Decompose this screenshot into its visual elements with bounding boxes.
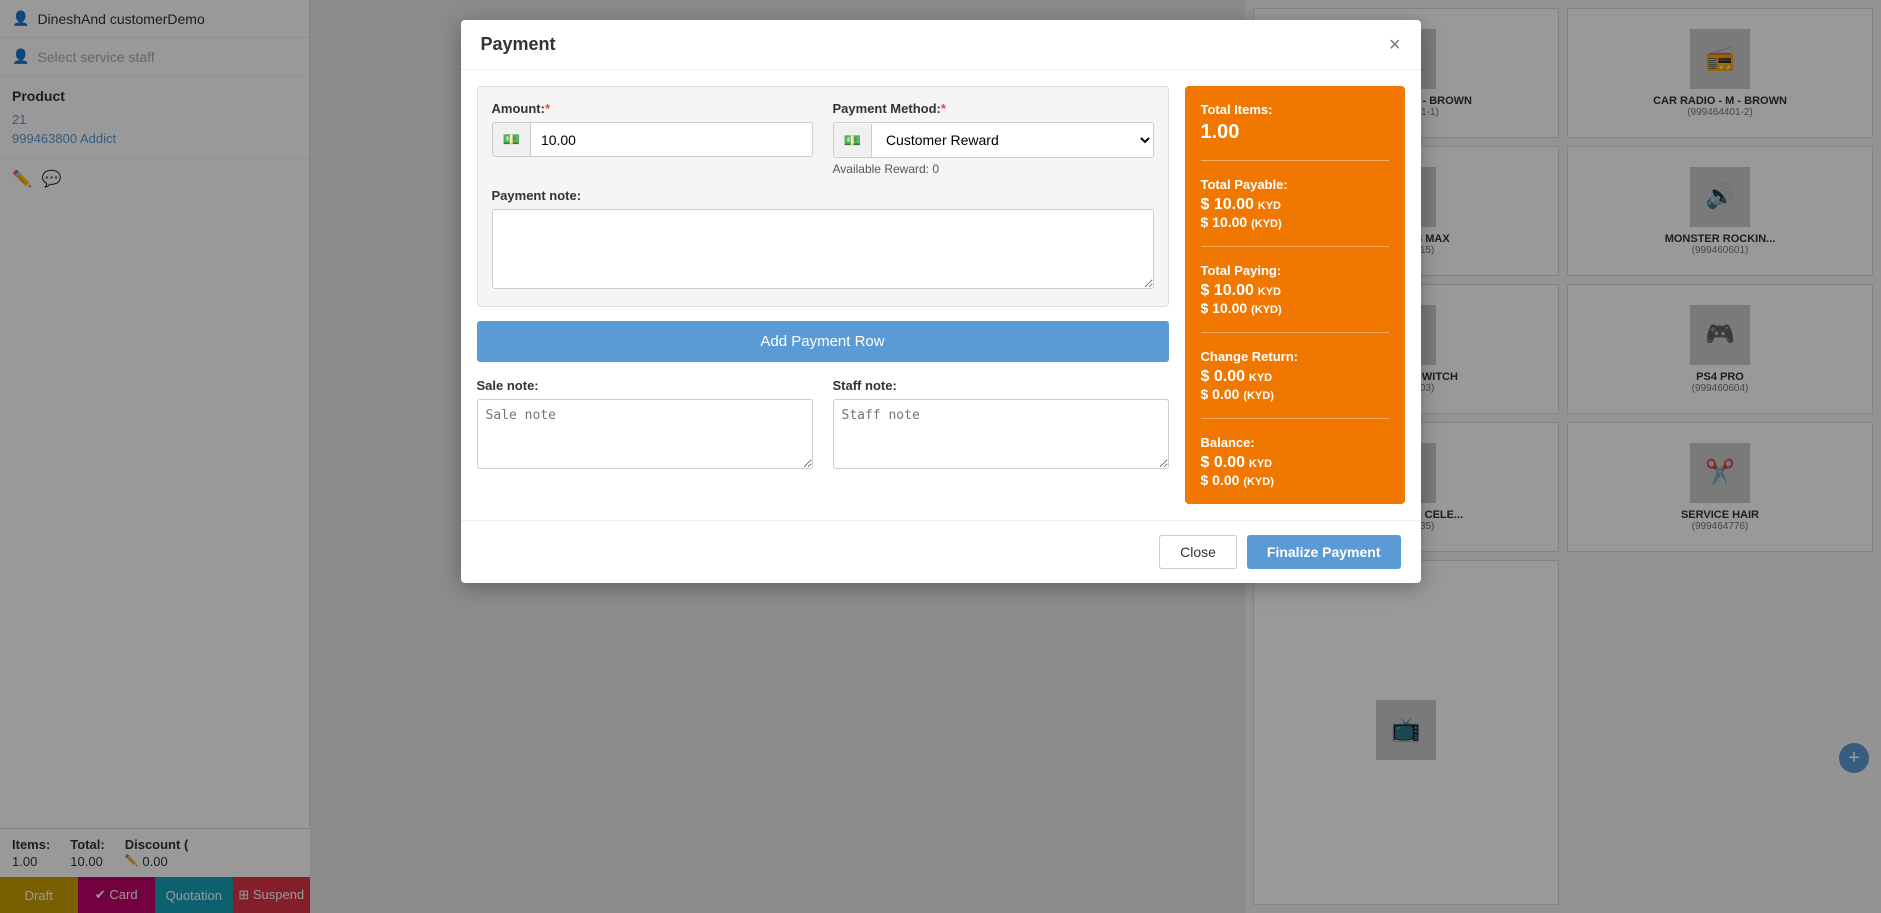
payment-method-icon bbox=[834, 124, 872, 157]
modal-body: Amount:* Payment Method:* bbox=[461, 70, 1421, 520]
summary-change-return: Change Return: $ 0.00 KYD $ 0.00 (KYD) bbox=[1201, 349, 1389, 419]
staff-note-group: Staff note: bbox=[833, 378, 1169, 472]
sale-note-textarea[interactable] bbox=[477, 399, 813, 469]
modal-footer: Close Finalize Payment bbox=[461, 520, 1421, 583]
change-return-label: Change Return: bbox=[1201, 349, 1389, 364]
total-items-label: Total Items: bbox=[1201, 102, 1389, 117]
available-reward: Available Reward: 0 bbox=[833, 162, 1154, 176]
payment-method-group: Payment Method:* Customer Reward Cash Ca… bbox=[833, 101, 1154, 176]
change-return-kyd2: $ 0.00 bbox=[1201, 386, 1240, 402]
amount-input[interactable] bbox=[531, 124, 812, 156]
payment-note-textarea[interactable] bbox=[492, 209, 1154, 289]
change-return-kyd2-row: $ 0.00 (KYD) bbox=[1201, 386, 1389, 402]
total-payable-label: Total Payable: bbox=[1201, 177, 1389, 192]
total-paying-kyd2-row: $ 10.00 (KYD) bbox=[1201, 300, 1389, 316]
amount-group: Amount:* bbox=[492, 101, 813, 176]
payment-note-group: Payment note: bbox=[492, 188, 1154, 292]
total-paying-kyd2-suffix: (KYD) bbox=[1251, 304, 1282, 316]
payment-method-label: Payment Method:* bbox=[833, 101, 1154, 116]
modal-title: Payment bbox=[481, 34, 556, 55]
modal-overlay: Payment × Amount:* bbox=[0, 0, 1881, 913]
balance-kyd-suffix: KYD bbox=[1249, 458, 1272, 470]
amount-method-row: Amount:* Payment Method:* bbox=[492, 101, 1154, 176]
total-payable-kyd: $ 10.00 bbox=[1201, 196, 1254, 213]
balance-label: Balance: bbox=[1201, 435, 1389, 450]
total-payable-kyd2-row: $ 10.00 (KYD) bbox=[1201, 214, 1389, 230]
change-return-kyd2-suffix: (KYD) bbox=[1243, 390, 1274, 402]
staff-note-textarea[interactable] bbox=[833, 399, 1169, 469]
add-payment-row-button[interactable]: Add Payment Row bbox=[477, 321, 1169, 362]
balance-kyd2-row: $ 0.00 (KYD) bbox=[1201, 472, 1389, 488]
payment-method-select[interactable]: Customer Reward Cash Card Cheque bbox=[872, 123, 1153, 157]
amount-input-wrapper bbox=[492, 122, 813, 157]
payment-method-wrapper: Customer Reward Cash Card Cheque bbox=[833, 122, 1154, 158]
modal-form: Amount:* Payment Method:* bbox=[477, 86, 1169, 504]
modal-header: Payment × bbox=[461, 20, 1421, 70]
balance-kyd2: $ 0.00 bbox=[1201, 472, 1240, 488]
total-paying-label: Total Paying: bbox=[1201, 263, 1389, 278]
notes-row: Sale note: Staff note: bbox=[477, 378, 1169, 472]
amount-money-icon bbox=[493, 123, 531, 156]
total-payable-kyd-suffix: KYD bbox=[1258, 200, 1281, 212]
summary-total-paying: Total Paying: $ 10.00 KYD $ 10.00 (KYD) bbox=[1201, 263, 1389, 333]
summary-panel: Total Items: 1.00 Total Payable: $ 10.00… bbox=[1185, 86, 1405, 504]
staff-note-label: Staff note: bbox=[833, 378, 1169, 393]
balance-kyd-row: $ 0.00 KYD bbox=[1201, 454, 1389, 472]
total-paying-kyd-row: $ 10.00 KYD bbox=[1201, 282, 1389, 300]
sale-note-group: Sale note: bbox=[477, 378, 813, 472]
summary-total-payable: Total Payable: $ 10.00 KYD $ 10.00 (KYD) bbox=[1201, 177, 1389, 247]
total-payable-kyd2: $ 10.00 bbox=[1201, 214, 1248, 230]
total-paying-kyd: $ 10.00 bbox=[1201, 282, 1254, 299]
modal-close-button[interactable]: × bbox=[1389, 35, 1401, 55]
total-payable-kyd-row: $ 10.00 KYD bbox=[1201, 196, 1389, 214]
change-return-kyd: $ 0.00 bbox=[1201, 368, 1245, 385]
change-return-kyd-suffix: KYD bbox=[1249, 372, 1272, 384]
sale-note-label: Sale note: bbox=[477, 378, 813, 393]
amount-label: Amount:* bbox=[492, 101, 813, 116]
total-paying-kyd2: $ 10.00 bbox=[1201, 300, 1248, 316]
balance-kyd: $ 0.00 bbox=[1201, 454, 1245, 471]
total-payable-kyd2-suffix: (KYD) bbox=[1251, 218, 1282, 230]
change-return-kyd-row: $ 0.00 KYD bbox=[1201, 368, 1389, 386]
payment-note-label: Payment note: bbox=[492, 188, 1154, 203]
finalize-payment-button[interactable]: Finalize Payment bbox=[1247, 535, 1401, 569]
balance-kyd2-suffix: (KYD) bbox=[1243, 476, 1274, 488]
payment-row: Amount:* Payment Method:* bbox=[477, 86, 1169, 307]
summary-balance: Balance: $ 0.00 KYD $ 0.00 (KYD) bbox=[1201, 435, 1389, 488]
total-paying-kyd-suffix: KYD bbox=[1258, 286, 1281, 298]
summary-total-items: Total Items: 1.00 bbox=[1201, 102, 1389, 161]
total-items-value: 1.00 bbox=[1201, 121, 1389, 144]
close-button[interactable]: Close bbox=[1159, 535, 1237, 569]
payment-modal: Payment × Amount:* bbox=[461, 20, 1421, 583]
